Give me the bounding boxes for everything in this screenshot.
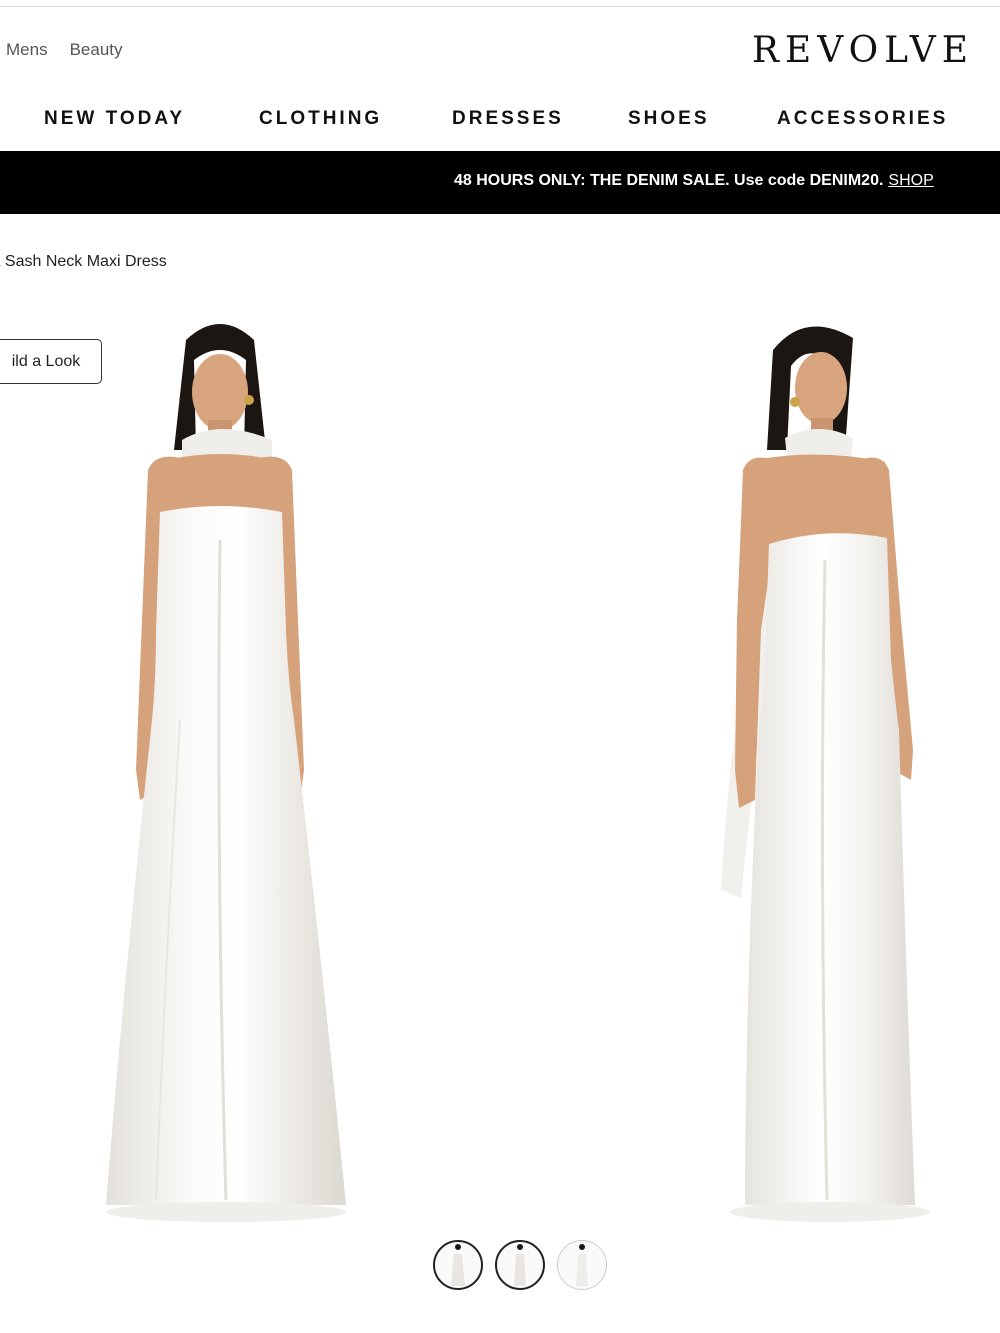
nav-item-accessories[interactable]: ACCESSORIES	[777, 108, 948, 130]
thumbnail-dress-icon	[576, 1244, 588, 1286]
thumbnail-dress-icon	[451, 1244, 465, 1286]
build-a-look-button[interactable]: ild a Look	[0, 339, 102, 384]
product-image-front[interactable]	[96, 300, 356, 1235]
thumbnail-front[interactable]	[433, 1240, 483, 1290]
revolve-logo[interactable]: REVOLVE	[752, 30, 974, 71]
nav-item-new-today[interactable]: NEW TODAY	[44, 108, 185, 130]
product-image-side[interactable]	[715, 300, 975, 1235]
nav-item-shoes[interactable]: SHOES	[628, 108, 710, 130]
promo-text: 48 HOURS ONLY: THE DENIM SALE. Use code …	[454, 172, 884, 189]
thumbnail-side[interactable]	[495, 1240, 545, 1290]
thumbnail-dress-icon	[514, 1244, 526, 1286]
nav-item-clothing[interactable]: CLOTHING	[259, 108, 382, 130]
thumbnail-back[interactable]	[557, 1240, 607, 1290]
dress-front-illustration	[106, 324, 346, 1222]
mens-link[interactable]: Mens	[6, 40, 48, 60]
nav-item-dresses[interactable]: DRESSES	[452, 108, 564, 130]
product-breadcrumb[interactable]: ia Sash Neck Maxi Dress	[0, 253, 167, 271]
beauty-link[interactable]: Beauty	[70, 40, 123, 60]
utility-links: Mens Beauty	[6, 40, 123, 60]
dress-side-illustration	[721, 326, 930, 1222]
promo-message: 48 HOURS ONLY: THE DENIM SALE. Use code …	[454, 172, 934, 190]
promo-shop-link[interactable]: SHOP	[888, 172, 933, 189]
main-navigation: NEW TODAY CLOTHING DRESSES SHOES ACCESSO…	[0, 108, 1000, 134]
top-divider	[0, 6, 1000, 7]
promo-banner: 48 HOURS ONLY: THE DENIM SALE. Use code …	[0, 151, 1000, 214]
thumbnail-strip	[433, 1240, 607, 1290]
